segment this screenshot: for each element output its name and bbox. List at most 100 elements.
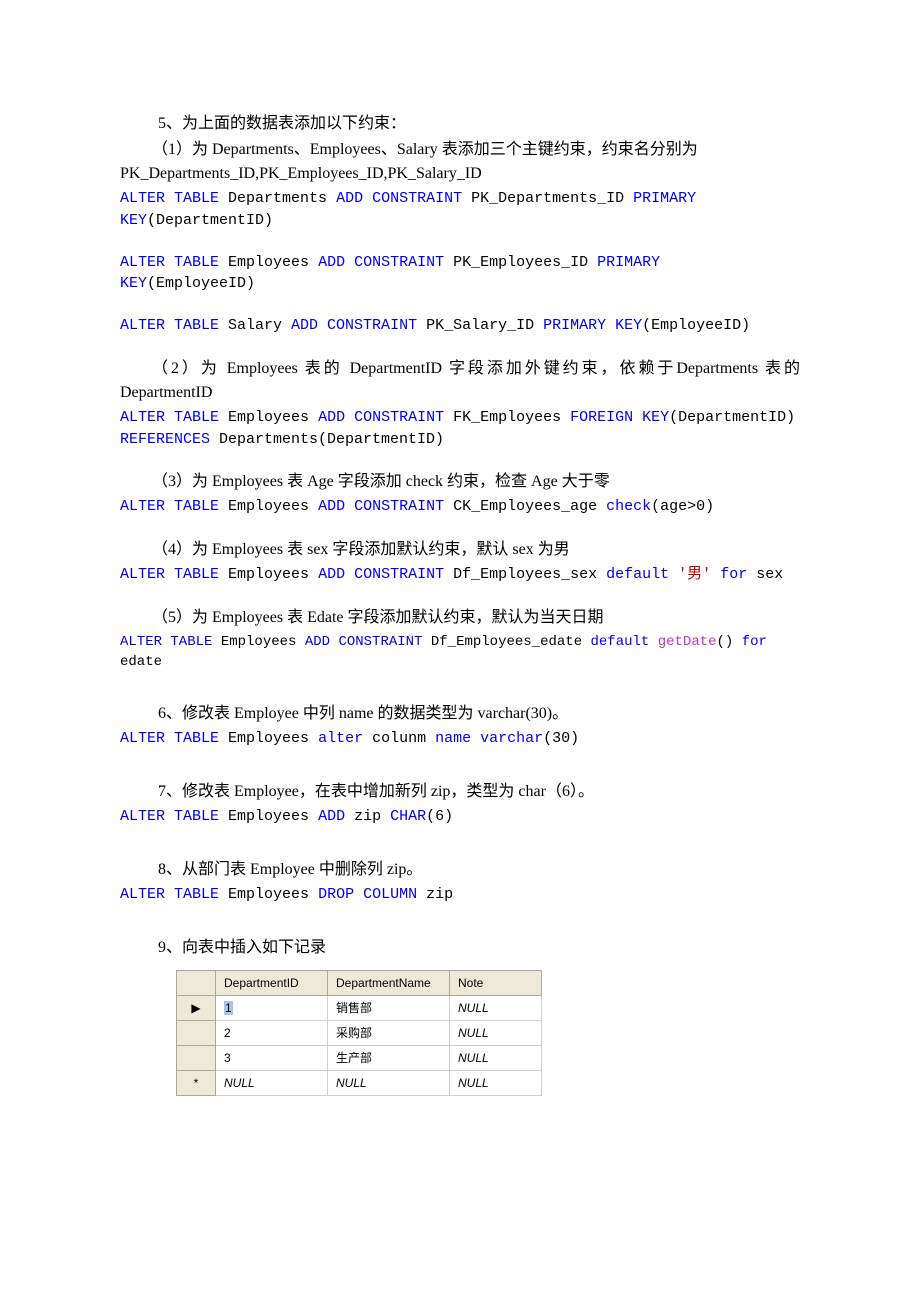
txt: (DepartmentID) xyxy=(669,409,804,426)
txt: Employees xyxy=(219,886,318,903)
kw: ALTER TABLE xyxy=(120,730,219,747)
txt: Employees xyxy=(219,498,318,515)
q6-code: ALTER TABLE Employees alter colunm name … xyxy=(120,728,800,750)
table-header-departmentname: DepartmentName xyxy=(328,970,450,995)
q5-s3-text: （3）为 Employees 表 Age 字段添加 check 约束，检查 Ag… xyxy=(120,470,800,494)
kw: default xyxy=(606,566,669,583)
kw: ALTER TABLE xyxy=(120,498,219,515)
kw: name varchar xyxy=(435,730,543,747)
kw: for xyxy=(742,634,767,650)
q5-s2-code: ALTER TABLE Employees ADD CONSTRAINT FK_… xyxy=(120,407,800,451)
cell-departmentid[interactable]: 3 xyxy=(216,1045,328,1070)
txt: sex xyxy=(747,566,783,583)
table-header-selector xyxy=(177,970,216,995)
cell-departmentid[interactable]: NULL xyxy=(216,1070,328,1095)
q7-code: ALTER TABLE Employees ADD zip CHAR(6) xyxy=(120,806,800,828)
txt: zip xyxy=(345,808,390,825)
table-row[interactable]: 2采购部NULL xyxy=(177,1020,542,1045)
txt: (6) xyxy=(426,808,453,825)
q6-heading: 6、修改表 Employee 中列 name 的数据类型为 varchar(30… xyxy=(158,702,800,726)
kw: ADD CONSTRAINT xyxy=(318,498,444,515)
table-header-row: DepartmentID DepartmentName Note xyxy=(177,970,542,995)
txt: FK_Employees xyxy=(444,409,570,426)
txt xyxy=(711,566,720,583)
txt: PK_Employees_ID xyxy=(444,254,597,271)
q5-s1-code1: ALTER TABLE Departments ADD CONSTRAINT P… xyxy=(120,188,800,232)
q5-s1-code2: ALTER TABLE Employees ADD CONSTRAINT PK_… xyxy=(120,252,800,296)
row-selector[interactable]: ▶ xyxy=(177,995,216,1020)
kw: for xyxy=(720,566,747,583)
row-selector[interactable] xyxy=(177,1045,216,1070)
q5-s4-text: （4）为 Employees 表 sex 字段添加默认约束，默认 sex 为男 xyxy=(120,538,800,562)
cell-departmentname[interactable]: 销售部 xyxy=(328,995,450,1020)
cell-departmentname[interactable]: 生产部 xyxy=(328,1045,450,1070)
q5-s5-text: （5）为 Employees 表 Edate 字段添加默认约束，默认为当天日期 xyxy=(120,606,800,630)
fn: getDate xyxy=(658,634,717,650)
cell-note[interactable]: NULL xyxy=(450,1045,542,1070)
q5-s4-code: ALTER TABLE Employees ADD CONSTRAINT Df_… xyxy=(120,564,800,586)
kw: ADD CONSTRAINT xyxy=(336,190,462,207)
q5-s1-text: （1）为 Departments、Employees、Salary 表添加三个主… xyxy=(120,138,800,186)
row-selector[interactable]: * xyxy=(177,1070,216,1095)
txt: (30) xyxy=(543,730,579,747)
kw: FOREIGN KEY xyxy=(570,409,669,426)
row-selector[interactable] xyxy=(177,1020,216,1045)
kw: alter xyxy=(318,730,363,747)
q7-heading: 7、修改表 Employee，在表中增加新列 zip，类型为 char（6）。 xyxy=(158,780,800,804)
q5-s1-code3: ALTER TABLE Salary ADD CONSTRAINT PK_Sal… xyxy=(120,315,800,337)
kw: default xyxy=(591,634,650,650)
cell-departmentid[interactable]: 2 xyxy=(216,1020,328,1045)
txt: (DepartmentID) xyxy=(147,212,273,229)
q8-code: ALTER TABLE Employees DROP COLUMN zip xyxy=(120,884,800,906)
kw: CHAR xyxy=(390,808,426,825)
q5-s2-text: （2）为 Employees 表的 DepartmentID 字段添加外键约束，… xyxy=(120,357,800,405)
q5-s5-code: ALTER TABLE Employees ADD CONSTRAINT Df_… xyxy=(120,632,800,673)
txt: (EmployeeID) xyxy=(147,275,255,292)
table-header-note: Note xyxy=(450,970,542,995)
txt: Employees xyxy=(219,409,318,426)
q8-heading: 8、从部门表 Employee 中删除列 zip。 xyxy=(158,858,800,882)
cell-departmentid[interactable]: 1 xyxy=(216,995,328,1020)
cell-departmentname[interactable]: NULL xyxy=(328,1070,450,1095)
kw: ALTER TABLE xyxy=(120,886,219,903)
txt: Df_Employees_edate xyxy=(422,634,590,650)
kw: ADD xyxy=(318,808,345,825)
txt: Departments(DepartmentID) xyxy=(210,431,444,448)
kw: ALTER TABLE xyxy=(120,317,219,334)
txt: Employees xyxy=(219,730,318,747)
q5-s3-code: ALTER TABLE Employees ADD CONSTRAINT CK_… xyxy=(120,496,800,518)
txt: Employees xyxy=(219,566,318,583)
txt: Employees xyxy=(212,634,304,650)
cell-departmentname[interactable]: 采购部 xyxy=(328,1020,450,1045)
txt: Salary xyxy=(219,317,291,334)
kw: ADD CONSTRAINT xyxy=(318,254,444,271)
table-row[interactable]: ▶1销售部NULL xyxy=(177,995,542,1020)
txt: () xyxy=(717,634,742,650)
txt: (age>0) xyxy=(651,498,714,515)
kw: ADD CONSTRAINT xyxy=(305,634,423,650)
q5-heading: 5、为上面的数据表添加以下约束： xyxy=(158,112,800,136)
str: '男' xyxy=(678,566,711,583)
table-row[interactable]: 3生产部NULL xyxy=(177,1045,542,1070)
cell-note[interactable]: NULL xyxy=(450,1070,542,1095)
cell-note[interactable]: NULL xyxy=(450,995,542,1020)
kw: ALTER TABLE xyxy=(120,409,219,426)
kw: ALTER TABLE xyxy=(120,254,219,271)
kw: ADD CONSTRAINT xyxy=(318,409,444,426)
kw: ALTER TABLE xyxy=(120,808,219,825)
txt: PK_Salary_ID xyxy=(417,317,543,334)
txt xyxy=(649,634,657,650)
txt xyxy=(669,566,678,583)
cell-note[interactable]: NULL xyxy=(450,1020,542,1045)
table-row[interactable]: *NULLNULLNULL xyxy=(177,1070,542,1095)
kw: ALTER TABLE xyxy=(120,634,212,650)
table-header-departmentid: DepartmentID xyxy=(216,970,328,995)
kw: REFERENCES xyxy=(120,431,210,448)
q9-heading: 9、向表中插入如下记录 xyxy=(158,936,800,960)
txt: PK_Departments_ID xyxy=(462,190,633,207)
kw: check xyxy=(606,498,651,515)
kw: ADD CONSTRAINT xyxy=(291,317,417,334)
kw: ALTER TABLE xyxy=(120,190,219,207)
txt: Employees xyxy=(219,254,318,271)
txt: zip xyxy=(417,886,453,903)
